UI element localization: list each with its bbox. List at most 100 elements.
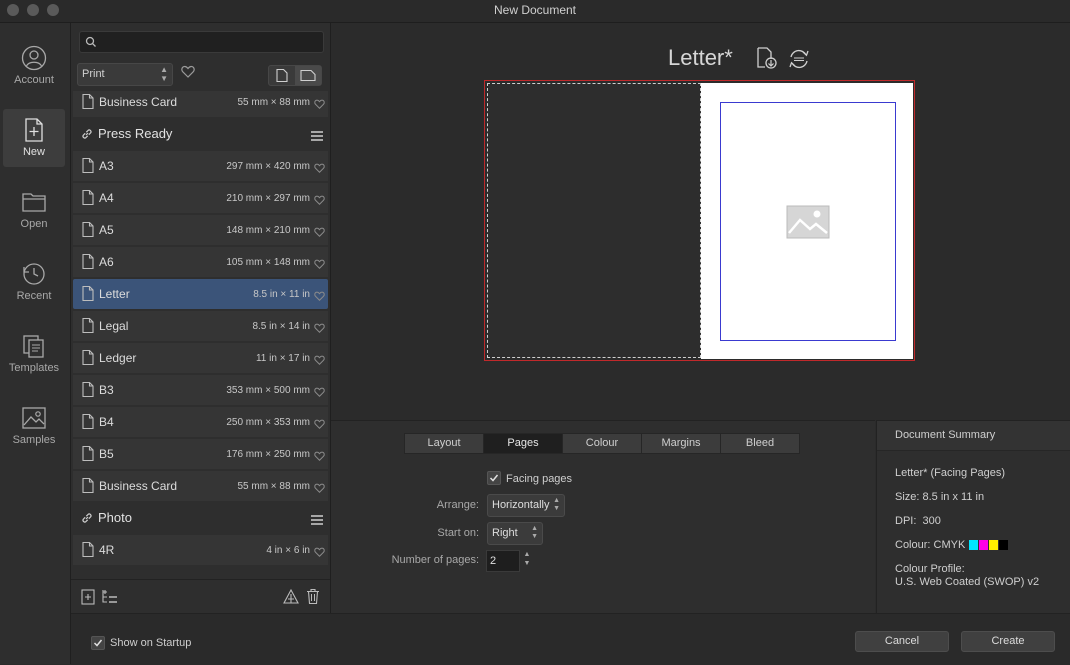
trash-icon[interactable] <box>306 588 320 605</box>
preset-size: 8.5 in × 14 in <box>252 321 310 332</box>
document-icon <box>82 381 94 402</box>
add-category-icon[interactable] <box>101 589 119 605</box>
nav-new[interactable]: New <box>3 109 65 167</box>
preset-size: 250 mm × 353 mm <box>226 417 310 428</box>
preset-row[interactable]: 4R 4 in × 6 in <box>73 535 328 565</box>
document-icon <box>82 541 94 562</box>
preset-category-dropdown[interactable]: Print ▲ ▼ <box>77 63 173 86</box>
preset-row[interactable]: Legal 8.5 in × 14 in <box>73 311 328 341</box>
favorite-heart-icon[interactable] <box>314 384 325 402</box>
number-of-pages-input[interactable]: 2 <box>486 550 520 572</box>
facing-pages-label: Facing pages <box>506 473 573 485</box>
show-on-startup-checkbox[interactable] <box>91 636 105 650</box>
preset-row[interactable]: Business Card 55 mm × 88 mm <box>73 471 328 501</box>
category-menu-icon[interactable] <box>311 512 323 530</box>
heart-icon <box>181 65 195 78</box>
search-input[interactable] <box>79 31 324 53</box>
adjust-preset-icon[interactable] <box>283 589 299 605</box>
nav-open[interactable]: Open <box>3 181 65 239</box>
favorite-heart-icon[interactable] <box>314 544 325 562</box>
right-page <box>701 83 913 359</box>
settings-tabs: Layout Pages Colour Margins Bleed <box>404 433 800 454</box>
orientation-toggle <box>268 65 322 86</box>
favorite-heart-icon[interactable] <box>314 288 325 306</box>
favorite-heart-icon[interactable] <box>314 224 325 242</box>
dropdown-arrows-icon: ▲ ▼ <box>160 65 168 83</box>
cmyk-swatch <box>969 540 978 550</box>
tab-layout[interactable]: Layout <box>404 433 484 454</box>
samples-icon <box>22 407 46 429</box>
preset-size: 105 mm × 148 mm <box>226 257 310 268</box>
add-preset-icon[interactable] <box>81 589 95 605</box>
nav-samples[interactable]: Samples <box>3 397 65 455</box>
portrait-icon <box>276 69 288 82</box>
preset-row[interactable]: A5 148 mm × 210 mm <box>73 215 328 245</box>
number-of-pages-stepper[interactable]: ▲ ▼ <box>522 550 532 570</box>
preset-row[interactable]: A6 105 mm × 148 mm <box>73 247 328 277</box>
nav-templates-label: Templates <box>8 362 60 374</box>
tab-bleed[interactable]: Bleed <box>720 433 800 454</box>
summary-profile-value: U.S. Web Coated (SWOP) v2 <box>895 576 1040 588</box>
preset-size: 11 in × 17 in <box>255 353 310 364</box>
favorite-heart-icon[interactable] <box>314 96 325 114</box>
checkmark-icon <box>489 474 499 482</box>
favorite-heart-icon[interactable] <box>314 352 325 370</box>
nav-recent[interactable]: Recent <box>3 253 65 311</box>
recent-clock-icon <box>23 263 45 285</box>
favorite-heart-icon[interactable] <box>314 160 325 178</box>
preset-list[interactable]: Business Card 55 mm × 88 mm Press Ready A3 2… <box>71 91 330 579</box>
preset-category-value: Print <box>82 68 105 80</box>
tab-margins[interactable]: Margins <box>641 433 721 454</box>
document-icon <box>82 477 94 498</box>
preset-row[interactable]: Ledger 11 in × 17 in <box>73 343 328 373</box>
document-icon <box>82 413 94 434</box>
preset-name: Business Card <box>99 479 178 493</box>
favorite-heart-icon[interactable] <box>314 448 325 466</box>
checkmark-icon <box>93 639 103 647</box>
document-preview-area: Letter* <box>331 23 1070 420</box>
start-on-value: Right <box>492 527 518 539</box>
cancel-button[interactable]: Cancel <box>855 631 949 652</box>
summary-document: Letter* (Facing Pages) <box>895 467 1006 479</box>
summary-profile-label: Colour Profile: <box>895 563 965 575</box>
preset-row[interactable]: B3 353 mm × 500 mm <box>73 375 328 405</box>
preset-row[interactable]: B5 176 mm × 250 mm <box>73 439 328 469</box>
document-summary-panel: Document Summary Letter* (Facing Pages) … <box>876 420 1070 613</box>
cmyk-swatch <box>979 540 988 550</box>
favorite-heart-icon[interactable] <box>314 320 325 338</box>
tab-pages[interactable]: Pages <box>483 433 563 454</box>
preset-row[interactable]: A3 297 mm × 420 mm <box>73 151 328 181</box>
preset-name: A5 <box>99 223 114 237</box>
tab-colour[interactable]: Colour <box>562 433 642 454</box>
arrange-label: Arrange: <box>436 499 479 511</box>
preset-row[interactable]: A4 210 mm × 297 mm <box>73 183 328 213</box>
nav-samples-label: Samples <box>12 434 56 446</box>
arrange-dropdown[interactable]: Horizontally ▲ ▼ <box>487 494 565 517</box>
preset-row[interactable]: B4 250 mm × 353 mm <box>73 407 328 437</box>
save-preset-icon[interactable] <box>756 47 778 69</box>
sync-preset-icon[interactable] <box>788 48 810 70</box>
start-on-dropdown[interactable]: Right ▲ ▼ <box>487 522 543 545</box>
preset-name: Letter <box>99 287 130 301</box>
preset-size: 4 in × 6 in <box>266 545 310 556</box>
category-menu-icon[interactable] <box>311 128 323 146</box>
preset-category-header[interactable]: Press Ready <box>73 119 328 149</box>
landscape-button[interactable] <box>295 66 321 85</box>
preset-row[interactable]: Business Card 55 mm × 88 mm <box>73 91 328 117</box>
facing-pages-checkbox[interactable] <box>487 471 501 485</box>
favorite-heart-icon[interactable] <box>314 416 325 434</box>
favorites-filter-button[interactable] <box>181 65 195 83</box>
window-title: New Document <box>493 3 577 17</box>
preset-row[interactable]: Letter 8.5 in × 11 in <box>73 279 328 309</box>
favorite-heart-icon[interactable] <box>314 192 325 210</box>
portrait-button[interactable] <box>269 66 295 85</box>
preset-size: 297 mm × 420 mm <box>226 161 310 172</box>
nav-account[interactable]: Account <box>3 37 65 95</box>
favorite-heart-icon[interactable] <box>314 480 325 498</box>
favorite-heart-icon[interactable] <box>314 256 325 274</box>
preset-category-header[interactable]: Photo <box>73 503 328 533</box>
document-icon <box>82 285 94 306</box>
nav-templates[interactable]: Templates <box>3 325 65 383</box>
preset-size: 55 mm × 88 mm <box>237 481 310 492</box>
create-button[interactable]: Create <box>961 631 1055 652</box>
